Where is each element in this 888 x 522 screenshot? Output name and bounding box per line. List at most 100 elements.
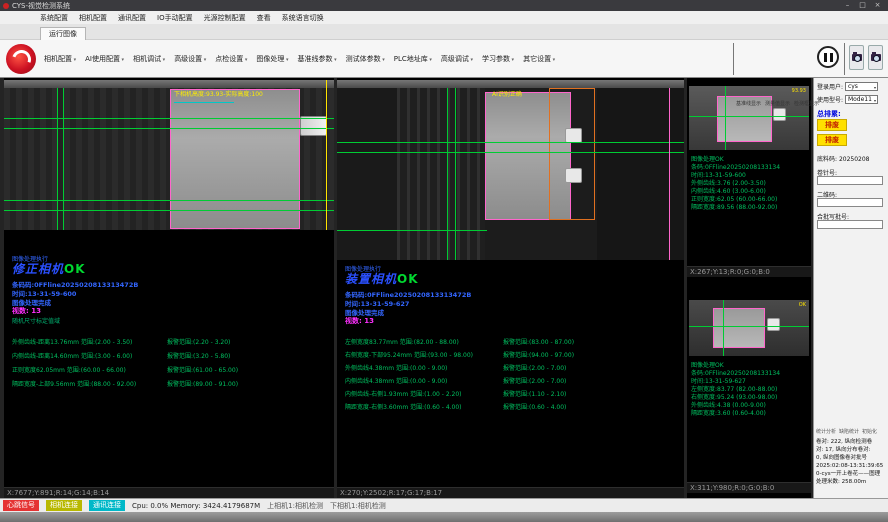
alarm-text: 报警范围:(2.00 - 7.00) bbox=[503, 365, 566, 372]
alarm-text: 报警范围:(94.00 - 97.00) bbox=[503, 352, 574, 359]
menu-item-view[interactable]: 查看 bbox=[257, 13, 271, 23]
maximize-button[interactable]: □ bbox=[855, 0, 870, 11]
result-ok-status: OK bbox=[397, 272, 419, 286]
tab-highlight bbox=[773, 108, 786, 121]
alarm-text: 报警范围:(1.10 - 2.10) bbox=[503, 391, 566, 398]
menu-item-io-manual-config[interactable]: IO手动配置 bbox=[157, 13, 193, 23]
menu-item-light-control-config[interactable]: 光源控制配置 bbox=[204, 13, 246, 23]
tab-stats-analysis[interactable]: 统计分析 bbox=[816, 428, 836, 435]
upper-camera-status-text: 上相机1:相机检测 bbox=[267, 501, 323, 511]
tool-plc-address[interactable]: PLC地址库 bbox=[394, 54, 432, 64]
tool-ai-config[interactable]: AI使用配置 bbox=[85, 54, 124, 64]
material-code-label: 底料码: bbox=[817, 156, 837, 163]
tool-testbody-params[interactable]: 测试体参数 bbox=[346, 54, 385, 64]
app-logo-icon bbox=[6, 44, 36, 74]
machinery-shadow bbox=[337, 88, 397, 260]
pause-button[interactable] bbox=[817, 46, 839, 68]
preview-column: 93.93 图像处理OK 条码:0FFline20250208133134 时间… bbox=[687, 78, 811, 498]
toolbar: 相机配置 AI使用配置 相机调试 高级设置 点检设置 图像处理 基准线参数 测试… bbox=[0, 40, 888, 78]
preview-line: 外侧齿线:4.38 (0.00-9.00) bbox=[691, 402, 780, 410]
stats-line: 0, 纵向图像卷对批号 bbox=[816, 454, 887, 462]
menu-item-language-switch[interactable]: 系统语言切换 bbox=[282, 13, 324, 23]
model-select[interactable]: Mode11 bbox=[845, 95, 878, 104]
pause-icon bbox=[830, 53, 833, 62]
measure-line bbox=[689, 116, 809, 117]
tab-initialize[interactable]: 初始化 bbox=[862, 428, 877, 435]
lower-camera-status-text: 下相机1:相机检测 bbox=[330, 501, 386, 511]
minimize-button[interactable]: – bbox=[840, 0, 855, 11]
measure-row: 右侧宽度-下部95.24mm 范围:(93.00 - 98.00)报警范围:(9… bbox=[345, 350, 574, 359]
measure-line bbox=[4, 200, 334, 201]
calibration-text: 随机尺寸标定值域 bbox=[12, 316, 60, 325]
measure-row: 内侧齿线-右侧1.93mm 范围:(1.00 - 2.20)报警范围:(1.10… bbox=[345, 389, 566, 398]
stats-line: 2025:02:08-13:31:39:65 bbox=[816, 462, 887, 470]
preview-line: 条码:0FFline20250208133134 bbox=[691, 370, 780, 378]
reject-indicator-upper[interactable]: 排废 bbox=[817, 119, 847, 131]
tool-baseline-params[interactable]: 基准线参数 bbox=[298, 54, 337, 64]
camera-icon bbox=[852, 54, 862, 61]
tool-other-settings[interactable]: 其它设置 bbox=[523, 54, 555, 64]
alarm-text: 报警范围:(0.60 - 4.00) bbox=[503, 404, 566, 411]
upper-preview-image[interactable]: 93.93 bbox=[689, 86, 809, 150]
material-code-value: 20250208 bbox=[839, 156, 870, 163]
result-title: 修正相机OK bbox=[12, 260, 86, 277]
preview-line: 右侧宽度:95.24 (93.00-98.00) bbox=[691, 394, 780, 402]
baseline bbox=[723, 300, 724, 356]
ai-overlay-label: AI识别正确 bbox=[492, 89, 522, 98]
qr-code-input[interactable] bbox=[817, 198, 883, 207]
tool-advanced-settings[interactable]: 高级设置 bbox=[174, 54, 206, 64]
measure-line bbox=[4, 128, 334, 129]
baseline bbox=[57, 88, 58, 230]
measure-text: 内侧齿线4.38mm 范围:(0.00 - 9.00) bbox=[345, 376, 503, 385]
upper-camera-snapshot-button[interactable] bbox=[849, 45, 864, 70]
tab-highlight bbox=[767, 318, 780, 331]
lower-camera-view: 下相机高度:93.93-实际高度:100 图像处理执行 修正相机OK 条码码:0… bbox=[4, 78, 334, 498]
tab-run-image[interactable]: 运行图像 bbox=[40, 27, 86, 40]
measure-text: 外侧齿线4.38mm 范围:(0.00 - 9.00) bbox=[345, 363, 503, 372]
option-box-display[interactable]: 检测框显示 bbox=[794, 100, 819, 107]
model-label: 使用型号: bbox=[817, 95, 843, 104]
tab-highlight bbox=[565, 128, 582, 143]
stats-line: 卷对: 222, 纵向检测卷 bbox=[816, 438, 887, 446]
menu-item-camera-config[interactable]: 相机配置 bbox=[79, 13, 107, 23]
tool-image-processing[interactable]: 图像处理 bbox=[256, 54, 288, 64]
pixel-coordinate-bar: X:7677;Y:891;R:14;G:14;B:14 bbox=[4, 487, 334, 498]
login-user-select[interactable]: cys bbox=[845, 82, 878, 91]
preview-line: 时间:13-31-59-600 bbox=[691, 172, 780, 180]
option-measure-display[interactable]: 测量值显示 bbox=[765, 100, 790, 107]
tool-camera-debug[interactable]: 相机调试 bbox=[133, 54, 165, 64]
tool-learning-params[interactable]: 学习参数 bbox=[482, 54, 514, 64]
needle-number-input[interactable] bbox=[817, 176, 883, 185]
close-button[interactable]: × bbox=[870, 0, 885, 11]
result-camera-name: 修正相机 bbox=[12, 262, 64, 276]
batch-number-input[interactable] bbox=[817, 220, 883, 229]
measure-row: 内侧齿线-距离14.60mm 范围:(3.00 - 6.00)报警范围:(3.2… bbox=[12, 351, 230, 360]
conveyor-edge bbox=[337, 80, 684, 88]
upper-camera-image[interactable]: AI识别正确 bbox=[337, 80, 684, 260]
pause-icon bbox=[824, 53, 827, 62]
menu-item-comm-config[interactable]: 通讯配置 bbox=[118, 13, 146, 23]
pixel-coordinate-bar: X:311;Y:980;R:0;G:0;B:0 bbox=[687, 482, 811, 493]
measure-text: 右侧宽度-下部95.24mm 范围:(93.00 - 98.00) bbox=[345, 350, 503, 359]
tool-spot-check[interactable]: 点检设置 bbox=[215, 54, 247, 64]
tab-defect-stats[interactable]: 缺陷统计 bbox=[839, 428, 859, 435]
tool-advanced-debug[interactable]: 高级调试 bbox=[441, 54, 473, 64]
tool-camera-config[interactable]: 相机配置 bbox=[44, 54, 76, 64]
ai-detection-box bbox=[549, 88, 595, 220]
comm-link-status-badge: 通讯连接 bbox=[89, 500, 125, 511]
menu-item-system-config[interactable]: 系统配置 bbox=[40, 13, 68, 23]
measure-line bbox=[337, 230, 487, 231]
lower-camera-image[interactable]: 下相机高度:93.93-实际高度:100 bbox=[4, 80, 334, 230]
preview-line: 图像处理OK bbox=[691, 362, 780, 370]
main-area: 下相机高度:93.93-实际高度:100 图像处理执行 修正相机OK 条码码:0… bbox=[0, 78, 888, 498]
lower-camera-snapshot-button[interactable] bbox=[868, 45, 883, 70]
measure-text: 外侧齿线-距离13.76mm 范围:(2.00 - 3.50) bbox=[12, 337, 167, 346]
measure-text: 内侧齿线-右侧1.93mm 范围:(1.00 - 2.20) bbox=[345, 389, 503, 398]
option-baseline-display[interactable]: 基准线显示 bbox=[736, 100, 761, 107]
reject-indicator-lower[interactable]: 排废 bbox=[817, 134, 847, 146]
camera-icon bbox=[871, 54, 881, 61]
measure-row: 隔距宽度-右侧3.60mm 范围:(0.60 - 4.00)报警范围:(0.60… bbox=[345, 402, 566, 411]
part-region bbox=[170, 89, 300, 229]
lower-preview-image[interactable]: OK bbox=[689, 300, 809, 356]
total-reject-label: 总排累: bbox=[817, 109, 841, 119]
